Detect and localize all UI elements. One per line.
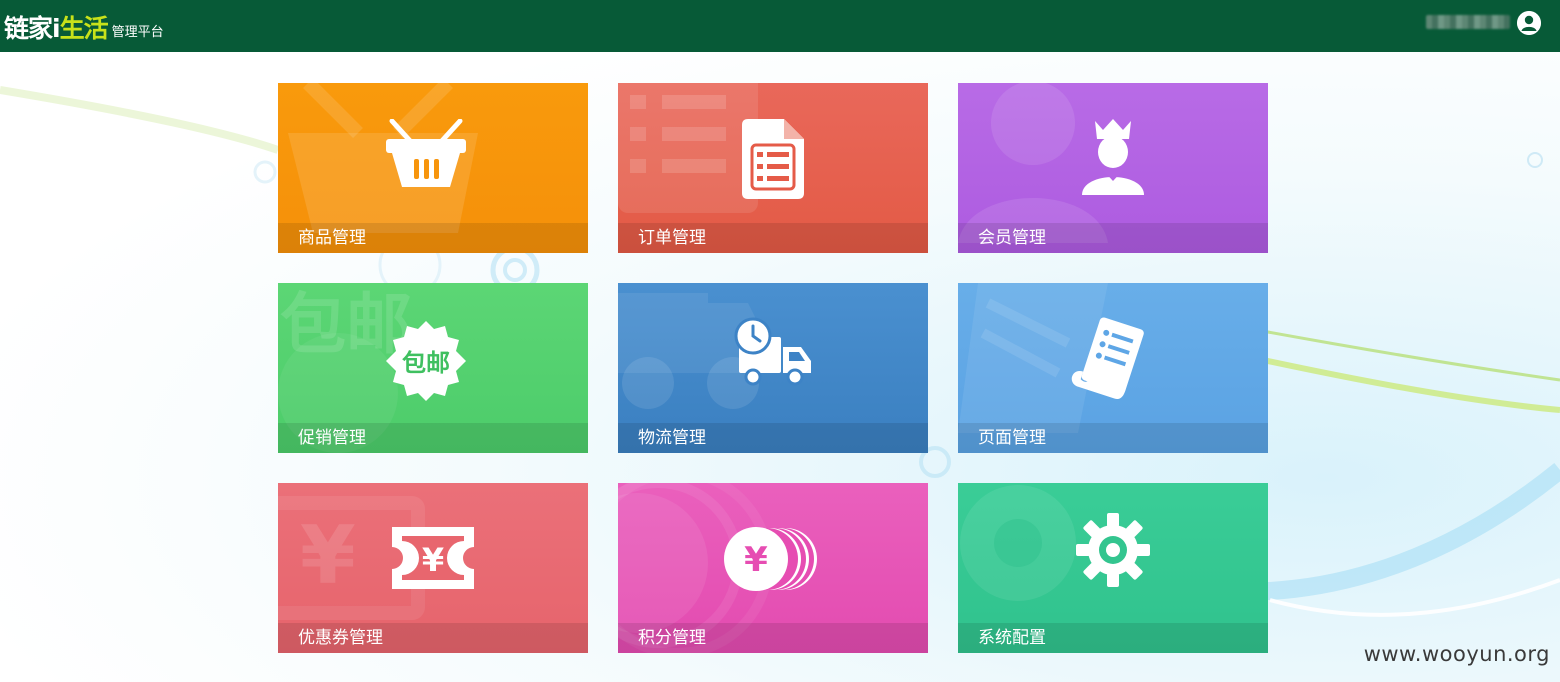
coin-yen-symbol: ¥ <box>744 540 768 580</box>
svg-text:¥: ¥ <box>300 509 356 602</box>
tile-label: 订单管理 <box>638 228 706 248</box>
logo-subtitle: 管理平台 <box>111 25 164 40</box>
free-shipping-badge-icon: 包邮 <box>386 321 466 405</box>
tile-label: 积分管理 <box>638 628 706 648</box>
site-watermark: www.wooyun.org <box>1363 642 1550 666</box>
tile-member-management[interactable]: 会员管理 <box>958 83 1268 253</box>
delivery-truck-icon <box>733 317 813 391</box>
badge-text: 包邮 <box>402 349 450 377</box>
tile-coupon-management[interactable]: ¥ ¥ 优惠券管理 <box>278 483 588 653</box>
top-navigation-bar: 链家 i 生活 管理平台 <box>0 0 1560 52</box>
page-scroll-icon <box>1066 317 1152 407</box>
coupon-yen-symbol: ¥ <box>422 541 444 579</box>
tile-label: 系统配置 <box>978 628 1046 648</box>
tile-order-management[interactable]: 订单管理 <box>618 83 928 253</box>
member-crown-icon <box>1080 119 1146 201</box>
settings-gear-icon <box>1076 513 1150 591</box>
tile-label: 会员管理 <box>978 228 1046 248</box>
tile-label: 物流管理 <box>638 428 706 448</box>
logo-i-text: i <box>52 14 61 43</box>
logo-accent-text: 生活 <box>59 14 109 43</box>
tile-product-management[interactable]: 商品管理 <box>278 83 588 253</box>
tile-logistics-management[interactable]: 物流管理 <box>618 283 928 453</box>
tile-label: 促销管理 <box>298 428 366 448</box>
tile-promotion-management[interactable]: 包邮 包邮 促销管理 <box>278 283 588 453</box>
tile-page-management[interactable]: 页面管理 <box>958 283 1268 453</box>
tile-points-management[interactable]: ¥ 积分管理 <box>618 483 928 653</box>
points-coins-icon: ¥ <box>722 525 820 597</box>
tile-label: 优惠券管理 <box>298 628 383 648</box>
coupon-yen-icon: ¥ <box>392 527 474 593</box>
tile-label: 商品管理 <box>298 228 366 248</box>
logo-brand-text: 链家 <box>4 14 53 43</box>
tile-system-settings[interactable]: 系统配置 <box>958 483 1268 653</box>
user-avatar-icon[interactable] <box>1517 11 1541 35</box>
order-document-icon <box>742 119 804 203</box>
tile-label: 页面管理 <box>978 428 1046 448</box>
app-logo[interactable]: 链家 i 生活 管理平台 <box>4 6 164 46</box>
shopping-basket-icon <box>386 118 466 193</box>
user-name-obscured[interactable] <box>1426 15 1510 29</box>
